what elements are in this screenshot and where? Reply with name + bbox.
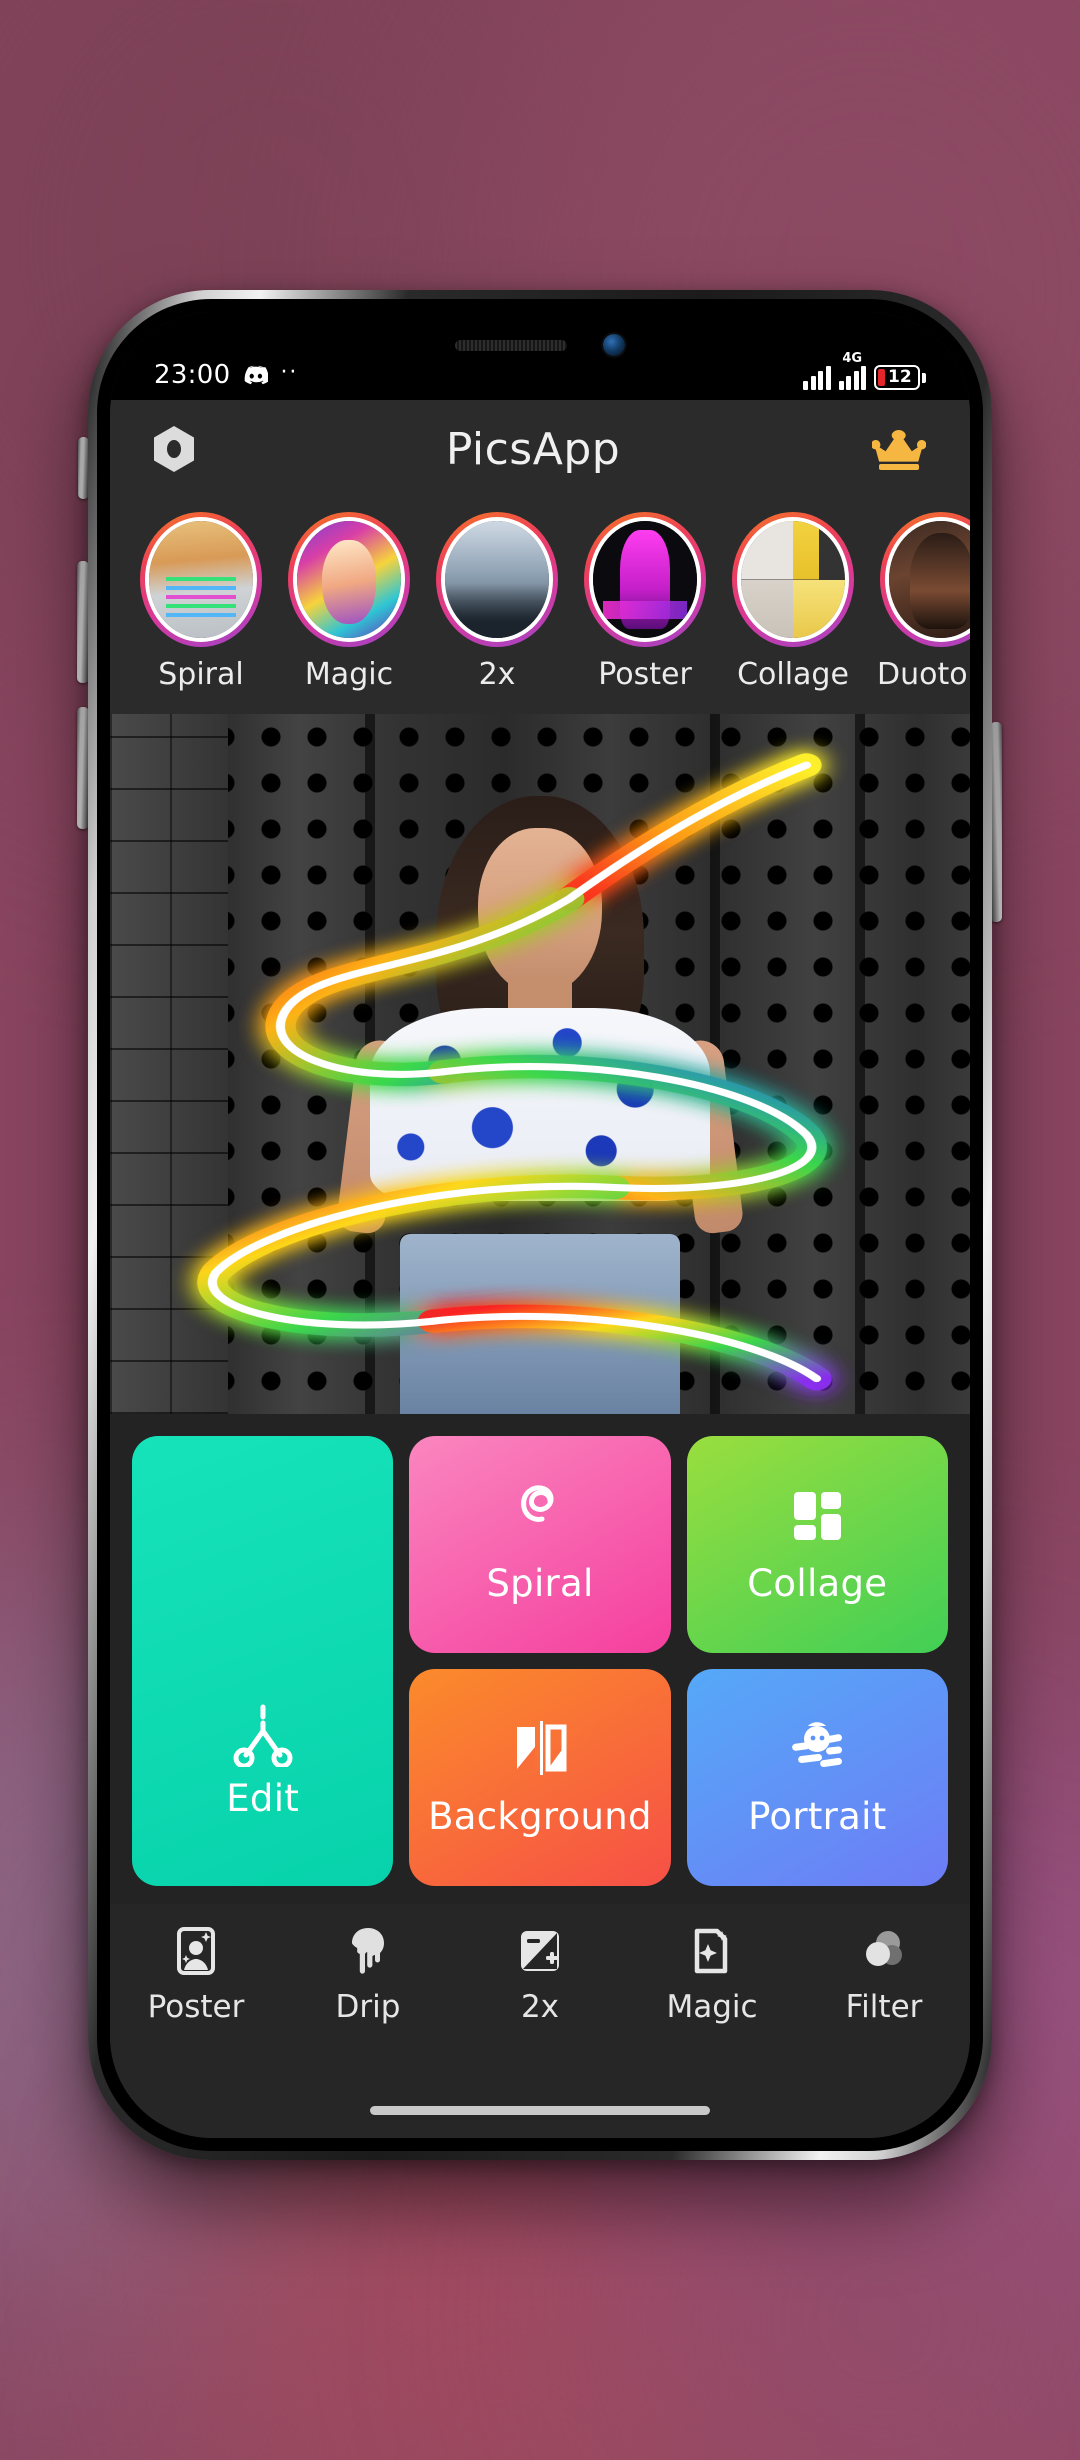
crown-premium-icon[interactable] — [872, 428, 926, 470]
page-title: PicsApp — [445, 423, 621, 475]
nav-item-poster[interactable]: Poster — [116, 1926, 276, 2025]
status-time: 23:00 — [154, 360, 231, 390]
tile-portrait[interactable]: Portrait — [686, 1669, 948, 1886]
carousel-item-duotone[interactable]: Duotone — [876, 512, 970, 692]
overflow-dots-icon: ·· — [280, 359, 299, 385]
tile-background[interactable]: Background — [409, 1669, 671, 1886]
rainbow-spiral-neon-effect — [197, 753, 832, 1391]
network-type-label: 4G — [842, 351, 863, 366]
phone-screen: 23:00 ·· 4G 12 PicsApp Spiral Magic 2x P… — [110, 312, 970, 2138]
carousel-item-label: Poster — [598, 657, 692, 692]
home-indicator[interactable] — [370, 2105, 710, 2115]
battery-percent-label: 12 — [888, 367, 912, 387]
carousel-item-label: Duotone — [876, 657, 970, 692]
exposure-icon — [521, 1931, 559, 1971]
carousel-item-poster[interactable]: Poster — [584, 512, 706, 692]
earpiece-speaker — [455, 339, 567, 351]
phone-bezel: 23:00 ·· 4G 12 PicsApp Spiral Magic 2x P… — [97, 299, 983, 2151]
nav-item-filter[interactable]: Filter — [804, 1926, 964, 2025]
carousel-item-label: 2x — [478, 657, 516, 692]
drip-icon — [352, 1928, 384, 1974]
spiral-icon — [521, 1485, 554, 1522]
tile-label: Portrait — [748, 1795, 887, 1838]
nav-item-drip[interactable]: Drip — [288, 1926, 448, 2025]
tile-spiral[interactable]: Spiral — [409, 1436, 671, 1653]
action-tile-grid: Edit Spiral Collage Background Portrait — [110, 1414, 970, 1904]
nav-item-2x[interactable]: 2x — [460, 1926, 620, 2025]
nav-item-label: Filter — [845, 1989, 923, 2025]
category-carousel[interactable]: Spiral Magic 2x Poster Collage Duotone — [110, 498, 970, 714]
front-camera — [603, 334, 625, 356]
tile-collage[interactable]: Collage — [686, 1436, 948, 1653]
grid-icon — [794, 1492, 842, 1540]
carousel-item-magic[interactable]: Magic — [288, 512, 410, 692]
tile-label: Edit — [226, 1777, 300, 1820]
phone-device-frame: 23:00 ·· 4G 12 PicsApp Spiral Magic 2x P… — [88, 290, 992, 2160]
split-image-icon — [516, 1721, 567, 1775]
edited-photo-preview[interactable] — [110, 714, 970, 1414]
poster-frame-icon — [177, 1927, 215, 1975]
scissors-icon — [233, 1704, 293, 1767]
carousel-item-label: Magic — [304, 657, 394, 692]
magic-sparkle-icon — [694, 1928, 728, 1974]
wallpaper-backdrop: 23:00 ·· 4G 12 PicsApp Spiral Magic 2x P… — [0, 0, 1080, 2460]
nav-item-label: Drip — [335, 1989, 401, 2025]
battery-low-icon: 12 — [874, 365, 926, 390]
status-bar: 23:00 ·· 4G 12 — [110, 312, 970, 400]
carousel-item-label: Spiral — [158, 657, 244, 692]
carousel-item-spiral[interactable]: Spiral — [140, 512, 262, 692]
tile-label: Spiral — [486, 1562, 594, 1605]
nav-item-label: 2x — [520, 1989, 560, 2025]
backdrop-blob — [160, 2180, 860, 2460]
tile-label: Collage — [747, 1562, 888, 1605]
carousel-item-label: Collage — [737, 657, 849, 692]
home-indicator-area — [110, 2082, 970, 2138]
status-bar-right: 4G 12 — [803, 352, 926, 390]
signal-bars-secondary-icon: 4G — [838, 351, 866, 390]
status-bar-left: 23:00 ·· — [154, 360, 298, 390]
hexagon-settings-icon[interactable] — [154, 426, 194, 472]
nav-item-label: Poster — [147, 1989, 245, 2025]
device-notch — [364, 312, 716, 378]
discord-icon — [245, 365, 269, 385]
nav-item-label: Magic — [666, 1989, 758, 2025]
carousel-item-collage[interactable]: Collage — [732, 512, 854, 692]
tile-label: Background — [428, 1795, 652, 1838]
person-blur-icon — [792, 1722, 843, 1768]
tile-edit[interactable]: Edit — [132, 1436, 394, 1886]
filter-circles-icon — [866, 1931, 902, 1966]
carousel-item-2x[interactable]: 2x — [436, 512, 558, 692]
app-header: PicsApp — [110, 400, 970, 498]
bottom-navigation: Poster Drip 2x Magic Filter — [110, 1904, 970, 2082]
nav-item-magic[interactable]: Magic — [632, 1926, 792, 2025]
signal-bars-icon — [803, 366, 831, 390]
